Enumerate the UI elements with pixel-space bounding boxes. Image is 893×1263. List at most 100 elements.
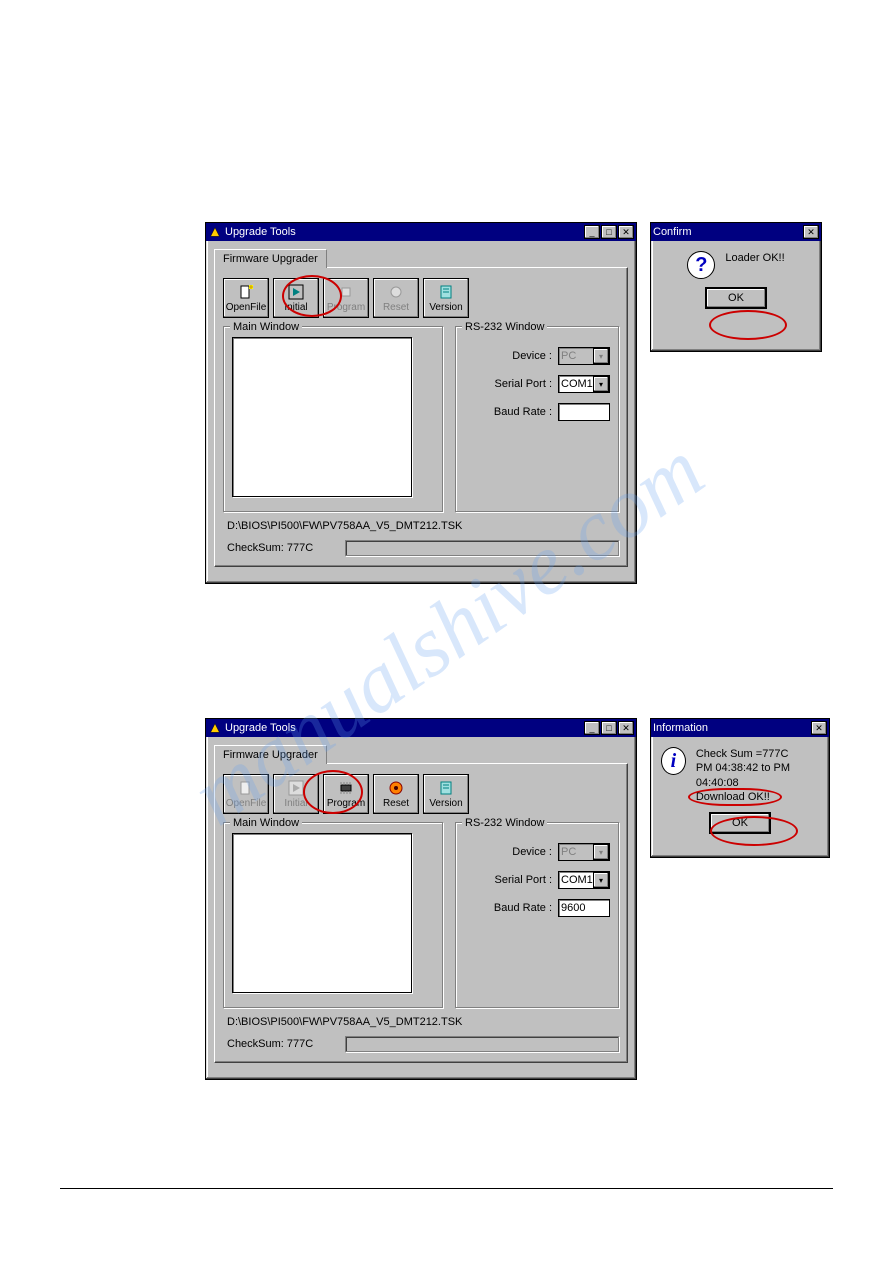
main-window-fieldset: Main Window [223,326,443,512]
rs232-window-legend: RS-232 Window [462,321,547,333]
app-icon [208,721,222,735]
program-button[interactable]: Program [323,774,369,814]
ok-button[interactable]: OK [705,287,767,309]
info-line1: Check Sum =777C [696,747,819,761]
file-new-icon [238,284,254,300]
dialog-title: Confirm [653,226,802,238]
ok-button[interactable]: OK [709,812,771,834]
device-combo: PC ▾ [558,347,610,365]
file-path-label: D:\BIOS\PI500\FW\PV758AA_V5_DMT212.TSK [227,520,619,532]
device-label: Device : [512,846,552,858]
reset-button: Reset [373,278,419,318]
reset-button[interactable]: Reset [373,774,419,814]
version-label: Version [429,302,462,313]
titlebar[interactable]: Information ✕ [651,719,829,737]
close-button[interactable]: ✕ [618,721,634,735]
baud-rate-input[interactable]: 9600 [558,899,610,917]
info-icon: i [661,747,686,775]
close-button[interactable]: ✕ [811,721,827,735]
serial-port-label: Serial Port : [495,874,552,886]
openfile-label: OpenFile [226,302,267,313]
chevron-down-icon[interactable]: ▾ [593,872,609,888]
rs232-window-fieldset: RS-232 Window Device : PC ▾ Serial Port … [455,822,619,1008]
main-window-fieldset: Main Window [223,822,443,1008]
baud-rate-input[interactable] [558,403,610,421]
ok-label: OK [728,292,744,304]
file-new-icon [238,780,254,796]
openfile-button: OpenFile [223,774,269,814]
upgrade-tools-window-1: Upgrade Tools _ □ ✕ Firmware Upgrader Op… [205,222,637,584]
window-title: Upgrade Tools [225,226,583,238]
chevron-down-icon[interactable]: ▾ [593,376,609,392]
file-path-label: D:\BIOS\PI500\FW\PV758AA_V5_DMT212.TSK [227,1016,619,1028]
info-line2: PM 04:38:42 to PM 04:40:08 [696,761,819,790]
tab-firmware-upgrader[interactable]: Firmware Upgrader [214,249,327,268]
app-icon [208,225,222,239]
rs232-window-fieldset: RS-232 Window Device : PC ▾ Serial Port … [455,326,619,512]
initial-button: Initial [273,774,319,814]
play-icon [288,284,304,300]
info-line3: Download OK!! [696,790,819,804]
chevron-down-icon: ▾ [593,844,609,860]
openfile-label: OpenFile [226,798,267,809]
confirm-dialog: Confirm ✕ ? Loader OK!! OK [650,222,822,352]
titlebar[interactable]: Upgrade Tools _ □ ✕ [206,223,636,241]
main-window-textarea[interactable] [232,833,412,993]
main-window-legend: Main Window [230,321,302,333]
device-value: PC [561,350,576,362]
openfile-button[interactable]: OpenFile [223,278,269,318]
ok-label: OK [732,817,748,829]
dialog-title: Information [653,722,810,734]
program-label: Program [327,798,365,809]
initial-button[interactable]: Initial [273,278,319,318]
checksum-label: CheckSum: 777C [227,1038,313,1050]
baud-rate-label: Baud Rate : [494,406,552,418]
tab-firmware-upgrader[interactable]: Firmware Upgrader [214,745,327,764]
reset-label: Reset [383,798,409,809]
maximize-button[interactable]: □ [601,225,617,239]
play-icon [288,780,304,796]
upgrade-tools-window-2: Upgrade Tools _ □ ✕ Firmware Upgrader Op… [205,718,637,1080]
serial-port-combo[interactable]: COM1 ▾ [558,871,610,889]
checksum-label: CheckSum: 777C [227,542,313,554]
version-button[interactable]: Version [423,774,469,814]
serial-port-label: Serial Port : [495,378,552,390]
serial-port-value: COM1 [561,378,593,390]
reset-icon [388,780,404,796]
program-label: Program [327,302,365,313]
chip-icon [338,284,354,300]
main-window-legend: Main Window [230,817,302,829]
minimize-button[interactable]: _ [584,225,600,239]
reset-icon [388,284,404,300]
notepad-icon [438,780,454,796]
titlebar[interactable]: Upgrade Tools _ □ ✕ [206,719,636,737]
reset-label: Reset [383,302,409,313]
progress-bar [345,540,619,556]
close-button[interactable]: ✕ [618,225,634,239]
version-label: Version [429,798,462,809]
close-button[interactable]: ✕ [803,225,819,239]
confirm-message: Loader OK!! [725,251,784,265]
rs232-window-legend: RS-232 Window [462,817,547,829]
version-button[interactable]: Version [423,278,469,318]
question-icon: ? [687,251,715,279]
notepad-icon [438,284,454,300]
chevron-down-icon: ▾ [593,348,609,364]
minimize-button[interactable]: _ [584,721,600,735]
info-message: Check Sum =777C PM 04:38:42 to PM 04:40:… [696,747,819,804]
serial-port-value: COM1 [561,874,593,886]
titlebar[interactable]: Confirm ✕ [651,223,821,241]
device-value: PC [561,846,576,858]
progress-bar [345,1036,619,1052]
initial-label: Initial [284,302,307,313]
main-window-textarea[interactable] [232,337,412,497]
chip-icon [338,780,354,796]
maximize-button[interactable]: □ [601,721,617,735]
information-dialog: Information ✕ i Check Sum =777C PM 04:38… [650,718,830,858]
baud-rate-label: Baud Rate : [494,902,552,914]
serial-port-combo[interactable]: COM1 ▾ [558,375,610,393]
window-title: Upgrade Tools [225,722,583,734]
baud-rate-value: 9600 [561,902,585,914]
initial-label: Initial [284,798,307,809]
page-divider [60,1188,833,1189]
